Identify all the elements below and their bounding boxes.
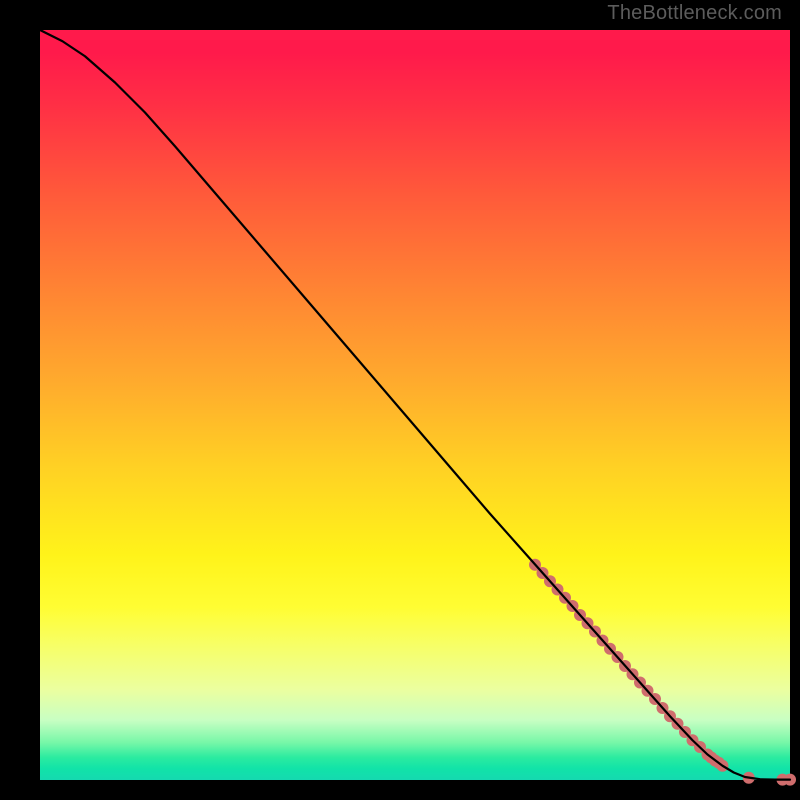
marker-layer: [529, 559, 796, 786]
plot-area: [40, 30, 790, 780]
chart-frame: TheBottleneck.com: [0, 0, 800, 800]
curve-path: [40, 30, 790, 780]
chart-svg: [40, 30, 790, 780]
attribution-label: TheBottleneck.com: [607, 2, 782, 25]
